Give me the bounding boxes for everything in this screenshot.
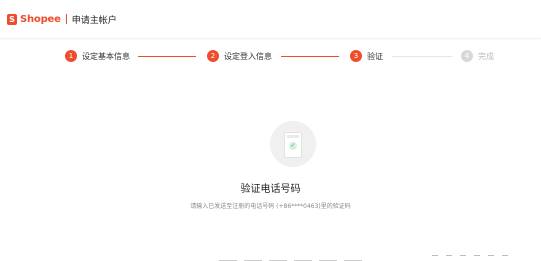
step-number: 1 [65, 50, 77, 62]
step-label: 完成 [478, 51, 494, 61]
verify-subtitle: 请输入已发送至注册的电话号码 (+86****0463)里的验证码 [190, 203, 351, 210]
step-label: 设定基本信息 [82, 51, 130, 61]
otp-digit-input[interactable] [219, 252, 237, 261]
top-bar: S Shopee 申请主帐户 [0, 0, 541, 38]
hint-mark [446, 255, 452, 261]
otp-digit-input[interactable] [294, 252, 312, 261]
step-connector [138, 56, 196, 57]
verify-title: 验证电话号码 [240, 184, 301, 195]
step-complete: 4 完成 [461, 50, 494, 62]
step-number: 4 [461, 50, 473, 62]
bottom-hint [432, 255, 516, 261]
brand-name[interactable]: Shopee [20, 14, 61, 25]
step-login-info: 2 设定登入信息 [207, 50, 272, 62]
registration-stepper: 1 设定基本信息 2 设定登入信息 3 验证 4 完成 [0, 50, 541, 66]
shopee-logo-icon[interactable]: S [7, 13, 17, 25]
otp-digit-input[interactable] [244, 252, 262, 261]
step-label: 验证 [367, 51, 383, 61]
step-verify: 3 验证 [350, 50, 383, 62]
hint-mark [502, 255, 508, 261]
step-connector [392, 56, 452, 57]
otp-digit-input[interactable] [344, 252, 362, 261]
hint-mark [474, 255, 480, 261]
check-icon: ✓ [289, 142, 297, 150]
otp-input-group [219, 252, 369, 261]
step-connector [281, 56, 339, 57]
step-number: 3 [350, 50, 362, 62]
header-divider [65, 14, 67, 24]
otp-digit-input[interactable] [269, 252, 287, 261]
step-number: 2 [207, 50, 219, 62]
hint-mark [460, 255, 466, 261]
phone-check-icon: ✓ [270, 121, 316, 167]
phone-illustration: ✓ [284, 132, 302, 158]
otp-digit-input[interactable] [319, 252, 337, 261]
step-basic-info: 1 设定基本信息 [65, 50, 130, 62]
step-label: 设定登入信息 [224, 51, 272, 61]
hint-mark [432, 255, 438, 261]
phone-screen-bar [287, 135, 299, 138]
hint-mark [488, 255, 494, 261]
page-title: 申请主帐户 [71, 15, 117, 26]
